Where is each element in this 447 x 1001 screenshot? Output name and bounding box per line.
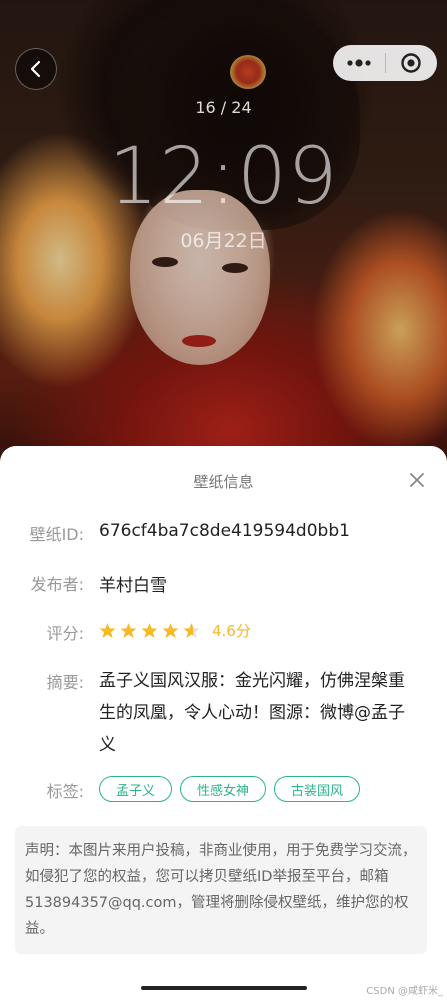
target-circle-icon — [401, 53, 421, 73]
home-indicator — [141, 986, 307, 990]
id-label: 壁纸ID: — [29, 525, 84, 544]
image-counter: 16 / 24 — [195, 98, 252, 117]
wallpaper-info-sheet: 壁纸信息 壁纸ID: 676cf4ba7c8de419594d0bb1 发布者:… — [0, 446, 447, 1001]
mini-program-capsule — [333, 45, 437, 81]
id-value[interactable]: 676cf4ba7c8de419594d0bb1 — [99, 521, 350, 541]
more-dots-icon — [347, 59, 371, 67]
star-icon — [162, 623, 179, 638]
clock-date: 06月22日 — [180, 230, 267, 252]
tag-item[interactable]: 性感女神 — [180, 776, 267, 802]
close-icon — [410, 473, 424, 487]
publisher-label: 发布者: — [30, 575, 84, 594]
sheet-title: 壁纸信息 — [193, 473, 254, 491]
star-icon — [183, 623, 200, 638]
star-icon — [120, 623, 137, 638]
chevron-left-icon — [30, 60, 41, 78]
summary-value: 孟子义国风汉服：金光闪耀，仿佛涅槃重生的凤凰，令人心动！图源：微博@孟子义 — [99, 671, 405, 755]
tag-list: 孟子义 性感女神 古装国风 — [99, 776, 361, 802]
rating-label: 评分: — [46, 624, 84, 643]
star-icon — [141, 623, 158, 638]
tag-item[interactable]: 孟子义 — [99, 776, 173, 802]
summary-label: 摘要: — [46, 673, 84, 692]
tags-label: 标签: — [46, 782, 84, 801]
watermark-text: CSDN @咸虾米_ — [366, 986, 443, 997]
star-icon — [99, 623, 116, 638]
capsule-menu-button[interactable] — [333, 45, 385, 81]
back-button[interactable] — [15, 48, 57, 90]
publisher-value: 羊村白雪 — [99, 576, 167, 596]
close-button[interactable] — [405, 468, 429, 492]
copyright-notice: 声明：本图片来用户投稿，非商业使用，用于免费学习交流，如侵犯了您的权益，您可以拷… — [15, 826, 427, 954]
tag-item[interactable]: 古装国风 — [274, 776, 361, 802]
capsule-close-button[interactable] — [386, 45, 438, 81]
rating-stars[interactable]: 4.6分 — [99, 620, 251, 641]
clock-time: 12:09 — [108, 132, 339, 222]
rating-score: 4.6分 — [212, 622, 251, 640]
